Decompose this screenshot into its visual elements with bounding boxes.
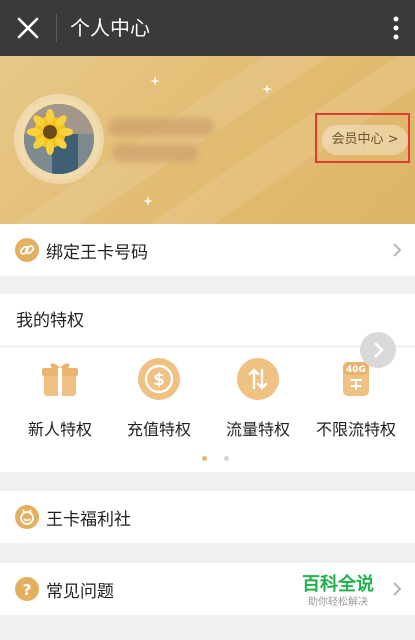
profile-banner: 会员中心 > (0, 56, 415, 224)
divider (0, 346, 415, 347)
highlight-box (315, 113, 410, 163)
dollar-coin-icon: $ (138, 358, 180, 400)
privilege-item-recharge[interactable]: $ 充值特权 (109, 358, 209, 440)
watermark-title: 百科全说 (302, 574, 374, 595)
watermark: 百科全说 助你轻松解决 (298, 574, 378, 610)
privileges-card: 我的特权 新人特权 $ 充值特权 流量特权 40G 不限流特权 (0, 294, 415, 472)
privilege-item-unlimited[interactable]: 40G 不限流特权 (306, 358, 406, 440)
svg-text:$: $ (153, 370, 165, 390)
up-down-arrows-icon (237, 358, 279, 400)
sparkle-icon (150, 76, 160, 86)
top-bar: 个人中心 (0, 0, 415, 56)
privilege-label: 流量特权 (225, 420, 290, 439)
topbar-divider (56, 14, 57, 42)
account-info-redacted (112, 144, 198, 162)
next-page-button[interactable] (360, 332, 396, 368)
question-icon: ? (15, 577, 39, 601)
avatar[interactable] (24, 104, 94, 174)
page-indicator (196, 446, 235, 465)
page-title: 个人中心 (70, 16, 150, 40)
svg-text:?: ? (23, 581, 32, 599)
avatar-image (24, 104, 94, 174)
privilege-label: 充值特权 (126, 420, 191, 439)
username-redacted (108, 118, 214, 136)
smile-badge-icon (15, 505, 39, 529)
privileges-heading: 我的特权 (16, 311, 84, 331)
sparkle-icon (143, 196, 153, 206)
watermark-subtitle: 助你轻松解决 (308, 597, 368, 608)
bind-card-label: 绑定王卡号码 (46, 243, 148, 263)
benefits-row[interactable]: 王卡福利社 (0, 491, 415, 543)
page-dot-active (202, 456, 207, 461)
link-icon (15, 238, 39, 262)
more-vertical-icon[interactable] (391, 14, 401, 42)
privilege-label: 新人特权 (27, 420, 92, 439)
privilege-item-newcomer[interactable]: 新人特权 (10, 358, 110, 440)
chevron-right-icon (393, 582, 402, 596)
chevron-right-icon (374, 342, 384, 358)
gift-icon (39, 358, 81, 400)
chevron-right-icon (393, 243, 402, 257)
sparkle-icon (262, 84, 272, 94)
avatar-ring (18, 98, 100, 180)
page-dot (224, 456, 230, 461)
bind-card-row[interactable]: 绑定王卡号码 (0, 224, 415, 276)
faq-label: 常见问题 (46, 582, 114, 602)
privilege-item-data[interactable]: 流量特权 (208, 358, 308, 440)
close-icon[interactable] (14, 14, 42, 42)
privilege-label: 不限流特权 (315, 420, 396, 439)
benefits-label: 王卡福利社 (46, 510, 131, 530)
